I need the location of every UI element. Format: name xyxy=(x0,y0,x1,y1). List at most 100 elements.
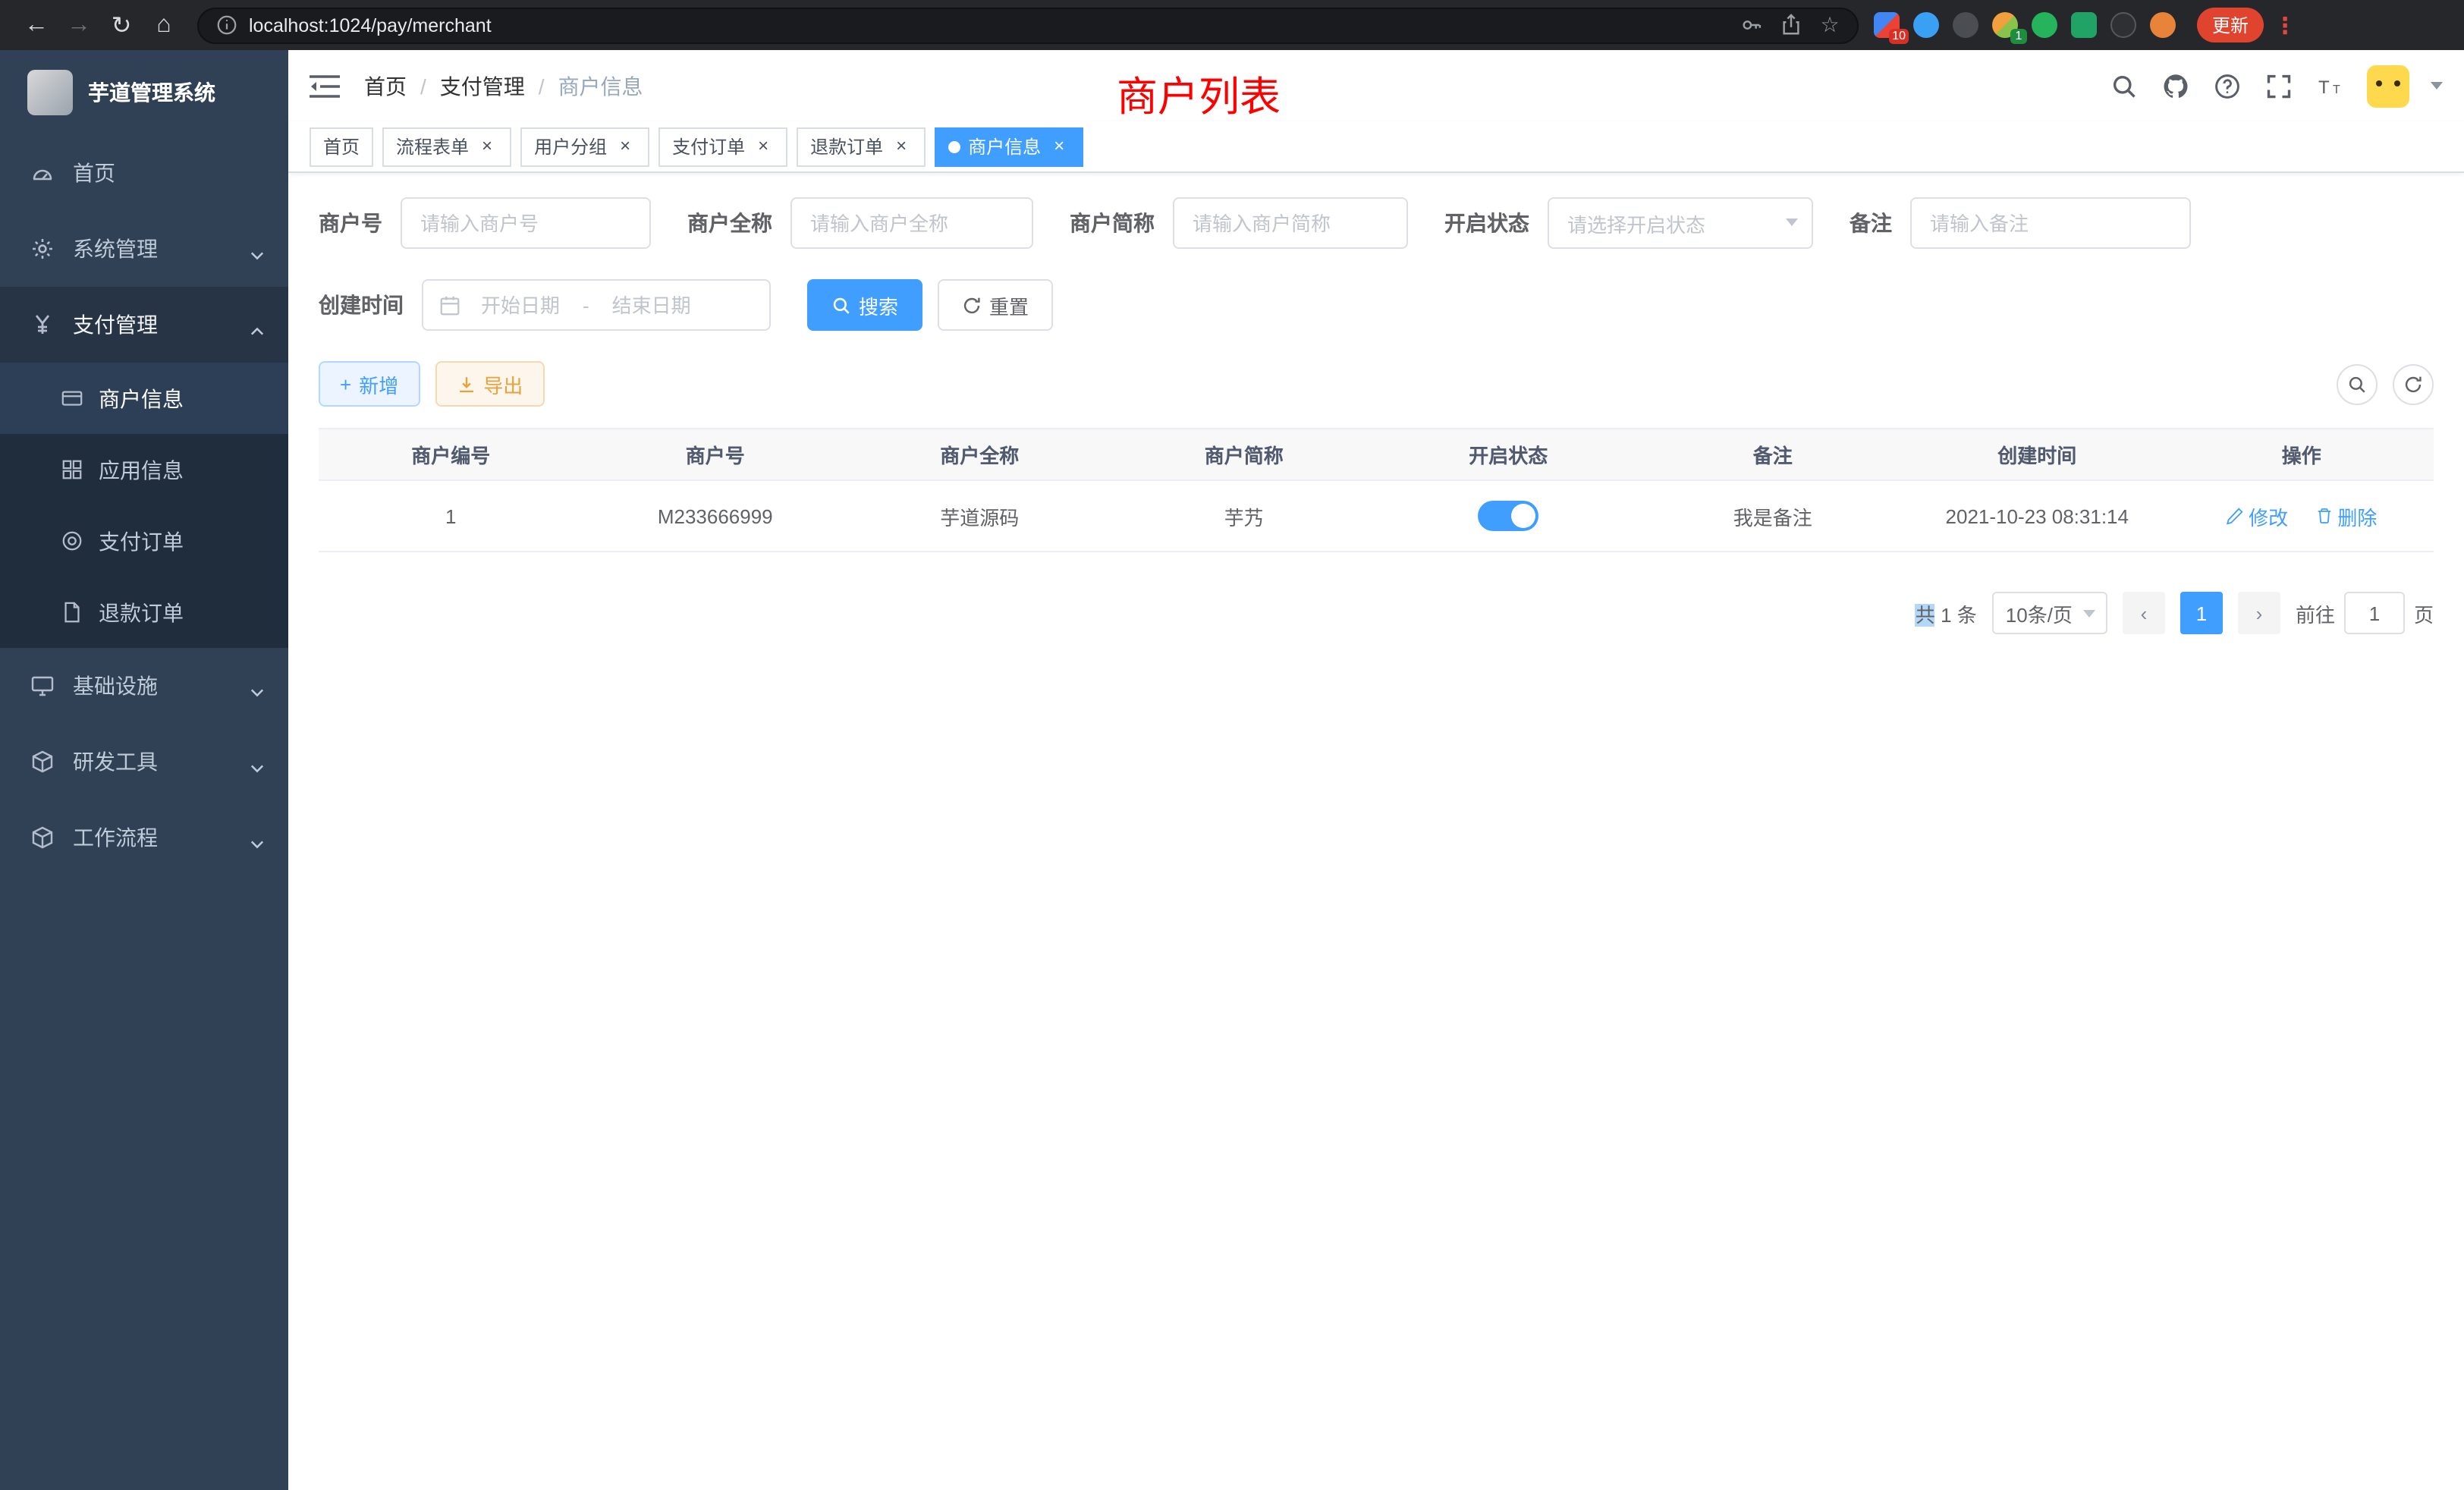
user-avatar[interactable] xyxy=(2367,64,2409,107)
browser-update-button[interactable]: 更新 xyxy=(2197,8,2264,42)
fullscreen-icon[interactable] xyxy=(2264,71,2294,101)
chevron-down-icon xyxy=(250,679,264,693)
tab-user-group[interactable]: 用户分组 × xyxy=(520,127,649,166)
url-text[interactable]: localhost:1024/pay/merchant xyxy=(249,14,1724,36)
tab-pay-order[interactable]: 支付订单 × xyxy=(658,127,787,166)
bookmark-star-icon[interactable]: ☆ xyxy=(1818,13,1842,37)
status-toggle[interactable] xyxy=(1478,501,1538,531)
share-icon[interactable] xyxy=(1778,13,1802,37)
search-button[interactable]: 搜索 xyxy=(807,279,922,331)
avatar-extension-icon[interactable] xyxy=(2150,12,2176,38)
close-icon[interactable]: × xyxy=(1048,136,1070,157)
browser-reload-button[interactable]: ↻ xyxy=(100,4,143,46)
extension-icon[interactable] xyxy=(1913,12,1939,38)
end-date-input[interactable] xyxy=(592,294,711,316)
date-range-picker[interactable]: - xyxy=(422,279,771,331)
prev-page-button[interactable]: ‹ xyxy=(2123,592,2165,634)
topbar: 首页 / 支付管理 / 商户信息 商户列表 xyxy=(288,50,2464,121)
date-separator: - xyxy=(580,294,592,316)
github-icon[interactable] xyxy=(2161,71,2191,101)
merchant-full-name-input[interactable] xyxy=(790,197,1033,249)
help-icon[interactable] xyxy=(2212,71,2242,101)
refresh-icon xyxy=(2403,374,2423,394)
sidebar-item-pay-order[interactable]: 支付订单 xyxy=(0,505,288,577)
show-search-toggle-button[interactable] xyxy=(2337,363,2378,404)
sidebar-item-system[interactable]: 系统管理 xyxy=(0,211,288,287)
tab-process-form[interactable]: 流程表单 × xyxy=(382,127,511,166)
plus-icon: + xyxy=(340,372,351,395)
site-info-icon[interactable] xyxy=(214,13,238,37)
breadcrumb-home[interactable]: 首页 xyxy=(364,71,407,101)
sidebar-item-workflow[interactable]: 工作流程 xyxy=(0,800,288,875)
refresh-icon xyxy=(962,295,982,315)
delete-link[interactable]: 删除 xyxy=(2315,501,2377,530)
filter-remark: 备注 xyxy=(1850,197,2191,249)
next-page-button[interactable]: › xyxy=(2238,592,2280,634)
browser-menu-icon[interactable]: ⋮ xyxy=(2273,11,2297,39)
add-button[interactable]: + 新增 xyxy=(319,361,420,407)
sidebar-item-dev-tools[interactable]: 研发工具 xyxy=(0,724,288,800)
start-date-input[interactable] xyxy=(461,294,580,316)
browser-forward-button[interactable]: → xyxy=(58,4,100,46)
merchant-no-input[interactable] xyxy=(401,197,651,249)
sidebar-fold-icon[interactable] xyxy=(310,74,340,98)
tab-merchant-info[interactable]: 商户信息 × xyxy=(935,127,1083,166)
search-icon[interactable] xyxy=(2109,71,2139,101)
profile-extension-icon[interactable]: 1 xyxy=(1992,12,2018,38)
cell-created-at: 2021-10-23 08:31:14 xyxy=(1905,480,2170,552)
table-row: 1 M233666999 芋道源码 芋艿 我是备注 2021-10-23 08:… xyxy=(319,480,2434,552)
gear-icon xyxy=(30,237,55,261)
filter-create-time: 创建时间 - xyxy=(319,279,771,331)
app-logo[interactable]: 芋道管理系统 xyxy=(0,50,288,135)
remark-input[interactable] xyxy=(1910,197,2191,249)
merchant-short-name-input[interactable] xyxy=(1173,197,1408,249)
extension-icon[interactable] xyxy=(2032,12,2057,38)
export-button[interactable]: 导出 xyxy=(435,361,544,407)
breadcrumb-payment[interactable]: 支付管理 xyxy=(440,71,525,101)
user-menu-caret-icon[interactable] xyxy=(2431,82,2443,90)
status-select[interactable]: 请选择开启状态 xyxy=(1548,197,1813,249)
sidebar-item-merchant-info[interactable]: 商户信息 xyxy=(0,363,288,434)
close-icon[interactable]: × xyxy=(614,136,636,157)
browser-back-button[interactable]: ← xyxy=(15,4,58,46)
sidebar-item-infra[interactable]: 基础设施 xyxy=(0,648,288,724)
col-header-merchant-no: 商户号 xyxy=(583,429,848,480)
pin-extension-icon[interactable] xyxy=(2110,12,2136,38)
browser-home-button[interactable]: ⌂ xyxy=(143,4,185,46)
page-size-select[interactable]: 10条/页 xyxy=(1992,592,2107,634)
reset-button[interactable]: 重置 xyxy=(938,279,1053,331)
goto-page-input[interactable] xyxy=(2344,592,2405,634)
password-key-icon[interactable] xyxy=(1739,13,1763,37)
sidebar-item-app-info[interactable]: 应用信息 xyxy=(0,434,288,505)
col-header-actions: 操作 xyxy=(2170,429,2434,480)
pencil-icon xyxy=(2226,507,2244,525)
select-caret-icon xyxy=(1786,218,1798,226)
browser-toolbar: ← → ↻ ⌂ localhost:1024/pay/merchant ☆ 10 xyxy=(0,0,2464,50)
address-bar[interactable]: localhost:1024/pay/merchant ☆ xyxy=(197,7,1859,43)
sidebar-item-refund-order[interactable]: 退款订单 xyxy=(0,577,288,648)
svg-text:T: T xyxy=(2333,83,2340,96)
sidebar-item-home[interactable]: 首页 xyxy=(0,135,288,211)
tab-refund-order[interactable]: 退款订单 × xyxy=(797,127,926,166)
page-annotation: 商户列表 xyxy=(1117,64,1281,123)
extension-icon[interactable] xyxy=(1953,12,1978,38)
close-icon[interactable]: × xyxy=(476,136,498,157)
target-icon xyxy=(61,530,83,552)
col-header-status: 开启状态 xyxy=(1376,429,1641,480)
cell-actions: 修改 删除 xyxy=(2170,480,2434,552)
extension-icon[interactable] xyxy=(2071,12,2097,38)
font-size-icon[interactable]: TT xyxy=(2315,71,2346,101)
extension-icon[interactable]: 10 xyxy=(1874,12,1900,38)
app-title: 芋道管理系统 xyxy=(88,77,215,108)
sidebar-item-payment[interactable]: 支付管理 xyxy=(0,287,288,363)
tab-home[interactable]: 首页 xyxy=(310,127,373,166)
filter-status: 开启状态 请选择开启状态 xyxy=(1444,197,1813,249)
close-icon[interactable]: × xyxy=(891,136,912,157)
breadcrumb: 首页 / 支付管理 / 商户信息 xyxy=(364,71,643,101)
refresh-table-button[interactable] xyxy=(2393,363,2434,404)
box-icon xyxy=(30,825,55,850)
edit-link[interactable]: 修改 xyxy=(2226,501,2288,530)
extension-badge: 10 xyxy=(1889,29,1909,44)
page-number-1[interactable]: 1 xyxy=(2180,592,2223,634)
close-icon[interactable]: × xyxy=(753,136,774,157)
